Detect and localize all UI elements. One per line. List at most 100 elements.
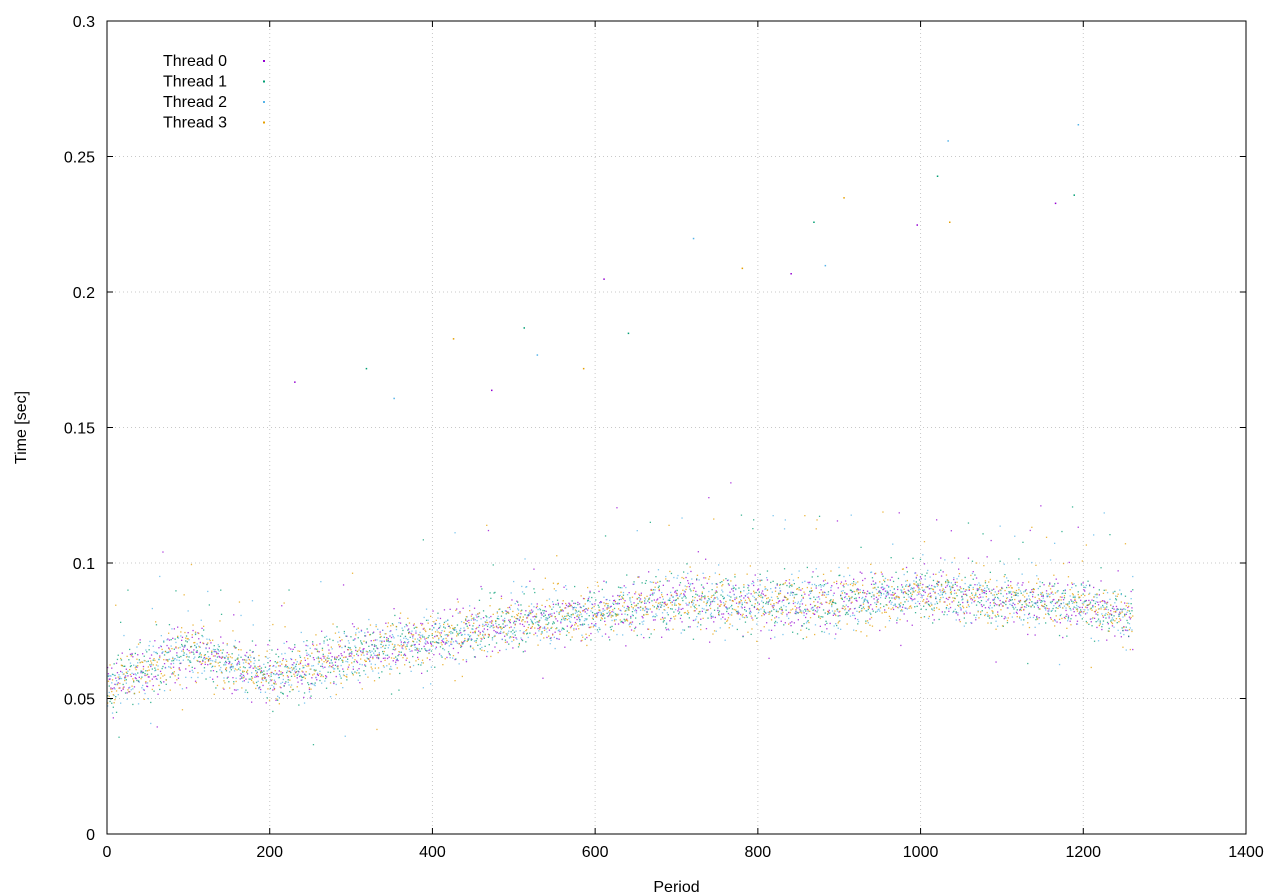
data-point [803, 614, 805, 617]
data-point [132, 656, 134, 658]
data-point [658, 588, 660, 590]
data-point [751, 617, 753, 619]
data-point [255, 676, 258, 678]
data-point [168, 639, 171, 641]
data-point [328, 657, 330, 660]
data-point [452, 632, 454, 634]
data-point [1018, 558, 1020, 560]
data-point [1123, 633, 1125, 636]
data-point [1010, 604, 1013, 606]
data-point [439, 617, 442, 620]
data-point [859, 589, 861, 591]
data-point [1039, 585, 1041, 588]
data-point [150, 665, 152, 668]
data-point [608, 614, 610, 617]
data-point [142, 668, 145, 670]
data-point [452, 655, 455, 657]
data-point [508, 637, 511, 639]
data-point [886, 584, 888, 587]
data-point [555, 603, 557, 606]
data-point [503, 626, 505, 628]
data-point [754, 615, 756, 617]
data-point [846, 598, 848, 600]
data-point [1039, 581, 1041, 583]
data-point [155, 621, 157, 623]
data-point [626, 607, 628, 610]
data-point [713, 609, 716, 611]
data-point [980, 611, 982, 613]
data-point [848, 610, 850, 612]
data-point [887, 591, 889, 593]
data-point [295, 671, 297, 673]
data-point [395, 661, 397, 663]
data-point [270, 675, 272, 677]
data-point [751, 628, 753, 630]
data-point [132, 703, 134, 706]
data-point [489, 592, 491, 594]
data-point [1064, 592, 1066, 594]
data-point [679, 582, 682, 584]
data-point [142, 671, 145, 673]
data-point [897, 577, 900, 580]
data-point [1028, 581, 1030, 583]
data-point [337, 666, 339, 668]
data-point [180, 635, 182, 637]
data-point [753, 596, 756, 599]
data-point [672, 628, 674, 630]
data-point [1115, 595, 1117, 597]
data-point [952, 584, 954, 586]
data-point [226, 644, 228, 646]
data-point [382, 665, 385, 667]
data-point [168, 658, 171, 660]
data-point [999, 599, 1001, 602]
data-point [299, 674, 302, 677]
data-point [120, 702, 122, 704]
data-point [260, 671, 262, 673]
data-point [817, 606, 819, 608]
data-point [412, 640, 414, 642]
data-point [321, 663, 324, 665]
data-point [738, 603, 740, 605]
data-point [753, 605, 756, 608]
data-point [744, 621, 747, 623]
data-point [402, 657, 404, 659]
data-point [338, 655, 340, 657]
data-point [182, 659, 184, 661]
data-point [1130, 590, 1132, 593]
data-point [956, 585, 958, 587]
data-point [922, 589, 924, 591]
data-point [172, 637, 174, 639]
data-point [1094, 602, 1096, 605]
data-point [523, 631, 525, 633]
data-point [787, 598, 789, 600]
data-point [724, 603, 726, 605]
data-point [822, 585, 825, 587]
data-point [491, 637, 494, 639]
data-point [569, 615, 571, 618]
data-point [948, 581, 950, 583]
data-point [533, 588, 535, 590]
data-point [877, 586, 879, 588]
data-point [465, 619, 467, 621]
data-point [475, 640, 477, 642]
data-point [718, 613, 720, 616]
data-point [844, 606, 846, 608]
data-point [982, 596, 984, 598]
data-point [338, 659, 340, 661]
data-point [590, 626, 592, 628]
data-point [670, 572, 673, 575]
data-point [1010, 593, 1013, 595]
data-point [419, 631, 421, 634]
data-point [775, 616, 778, 618]
data-point [696, 616, 698, 618]
data-point [1001, 587, 1003, 590]
data-point [1003, 602, 1005, 604]
data-point [331, 656, 333, 658]
data-point [219, 669, 221, 671]
data-point [340, 682, 342, 684]
data-point [162, 675, 164, 677]
data-point [641, 582, 643, 584]
data-point [782, 633, 784, 636]
data-point [967, 557, 970, 559]
data-point [331, 662, 333, 664]
